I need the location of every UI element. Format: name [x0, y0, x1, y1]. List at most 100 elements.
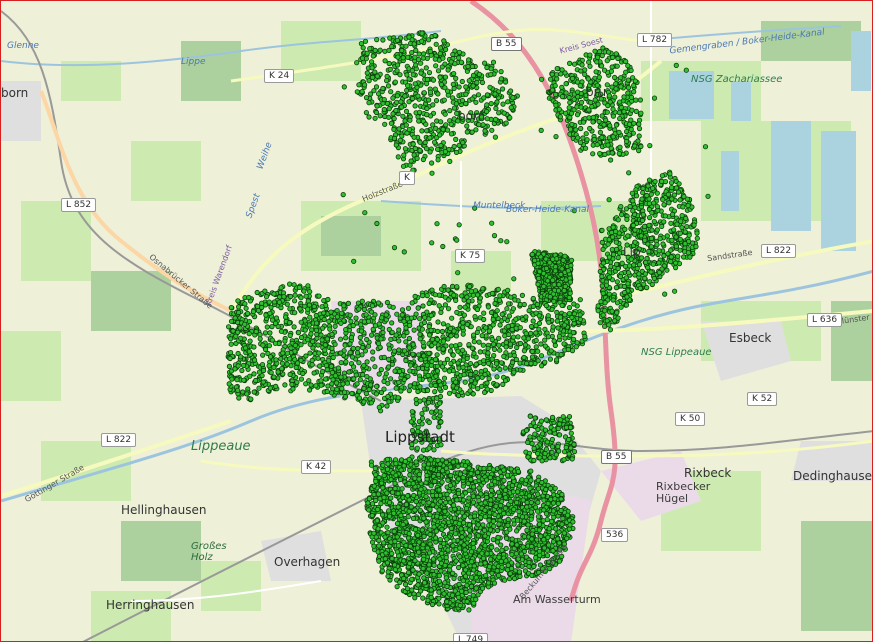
data-point	[694, 235, 700, 241]
data-point	[682, 241, 688, 247]
data-point	[236, 309, 242, 316]
data-point	[399, 133, 405, 139]
data-point	[310, 338, 316, 345]
data-point	[487, 84, 493, 90]
data-point	[306, 387, 313, 393]
data-point	[268, 369, 274, 376]
data-point	[254, 303, 261, 309]
data-point	[625, 85, 632, 91]
data-point	[662, 213, 668, 219]
data-point	[599, 273, 605, 280]
data-point	[380, 85, 386, 92]
data-point	[396, 379, 402, 385]
data-point	[455, 360, 461, 366]
data-point	[381, 106, 387, 113]
data-point	[660, 197, 666, 203]
data-point	[627, 203, 633, 210]
data-point	[629, 107, 635, 113]
data-point	[566, 60, 573, 67]
data-point	[562, 312, 568, 318]
data-point	[236, 395, 242, 401]
data-point	[466, 487, 472, 493]
data-point	[228, 318, 235, 324]
data-point	[574, 89, 581, 95]
data-point	[677, 197, 683, 203]
data-point	[476, 122, 482, 128]
data-point	[338, 320, 344, 326]
data-point	[267, 354, 274, 360]
data-point	[381, 540, 387, 546]
data-point	[324, 336, 330, 342]
data-point	[252, 357, 258, 363]
data-point	[313, 320, 320, 326]
data-point	[419, 326, 425, 332]
data-point	[373, 84, 380, 90]
data-point	[434, 368, 441, 374]
data-point	[399, 47, 405, 54]
data-point	[507, 115, 513, 121]
data-point	[386, 60, 392, 67]
data-point	[618, 204, 624, 210]
data-point	[269, 323, 275, 330]
data-point	[363, 95, 370, 101]
data-point	[361, 362, 367, 369]
data-point	[284, 301, 290, 307]
map-canvas[interactable]: Lippstadt Esbeck Rixbeck Rixbecker Hügel…	[0, 0, 873, 642]
data-point	[602, 308, 608, 314]
data-point	[384, 299, 390, 306]
data-point	[578, 68, 584, 74]
data-point	[237, 325, 243, 331]
data-point	[330, 377, 336, 383]
data-point	[284, 361, 290, 367]
data-point	[408, 158, 414, 164]
data-point	[360, 344, 366, 351]
data-point	[464, 123, 470, 129]
data-point	[523, 330, 529, 337]
data-point	[246, 294, 252, 301]
data-point	[610, 297, 616, 303]
data-point	[361, 385, 367, 392]
data-point	[281, 294, 287, 300]
data-point	[271, 299, 278, 305]
data-point	[669, 237, 675, 243]
data-point	[642, 271, 649, 277]
data-point	[503, 339, 509, 346]
data-point	[459, 347, 466, 353]
data-point	[298, 295, 304, 301]
data-point	[485, 350, 491, 356]
data-point	[432, 388, 438, 395]
data-point	[484, 64, 490, 71]
data-point	[235, 329, 241, 335]
data-point	[630, 198, 636, 204]
data-point	[636, 133, 642, 139]
data-point	[418, 357, 424, 363]
data-point	[609, 150, 615, 156]
data-point	[411, 41, 417, 47]
data-point	[420, 51, 427, 57]
data-point	[282, 382, 288, 388]
data-point	[671, 227, 677, 233]
data-point	[324, 388, 330, 395]
data-point	[242, 301, 248, 307]
data-point	[367, 382, 374, 388]
data-point	[503, 545, 509, 552]
data-point	[574, 340, 580, 346]
data-point	[646, 222, 652, 228]
data-point	[433, 63, 439, 69]
data-point	[380, 37, 386, 43]
data-point	[577, 312, 583, 318]
data-point	[438, 382, 444, 388]
data-point	[460, 140, 466, 146]
data-point	[387, 66, 393, 73]
data-point	[667, 171, 673, 177]
data-point	[241, 377, 247, 383]
data-point	[463, 100, 469, 107]
data-point	[430, 122, 436, 128]
data-point	[401, 152, 407, 158]
data-point	[642, 237, 648, 243]
data-point	[296, 284, 302, 290]
data-point	[618, 212, 625, 218]
data-point	[580, 119, 587, 125]
data-point	[476, 71, 482, 78]
data-point	[462, 304, 468, 310]
